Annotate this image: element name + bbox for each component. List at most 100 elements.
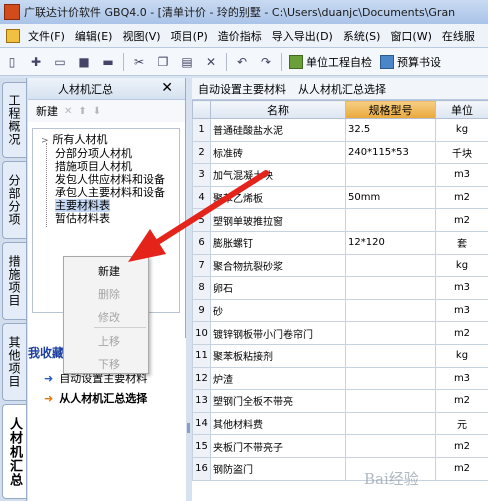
header-unit[interactable]: 单位 <box>435 100 488 119</box>
cell-spec[interactable] <box>345 389 436 413</box>
open-icon[interactable]: ▭ <box>50 52 70 72</box>
tree-item-all[interactable]: > 所有人材机 <box>41 133 108 148</box>
cell-name[interactable]: 钢防盗门 <box>210 456 346 481</box>
cell-unit[interactable]: m3 <box>435 366 488 391</box>
cell-spec[interactable] <box>345 321 436 345</box>
favorite-select-summary[interactable]: ➜ 从人材机汇总选择 <box>44 390 147 406</box>
menu-project[interactable]: 项目(P) <box>166 28 213 44</box>
cell-unit[interactable]: m2 <box>435 389 488 413</box>
table-row[interactable]: 9 砂 m3 <box>192 298 488 323</box>
cell-spec[interactable] <box>345 163 436 187</box>
table-row[interactable]: 7 聚合物抗裂砂浆 kg <box>192 253 488 278</box>
preview-button[interactable]: 预算书设 <box>376 54 445 70</box>
cell-name[interactable]: 砂 <box>210 298 346 323</box>
expand-icon[interactable]: > <box>41 136 49 146</box>
cell-name[interactable]: 卵石 <box>210 276 346 300</box>
table-row[interactable]: 15 夹板门不带亮子 m2 <box>192 434 488 458</box>
new-icon[interactable]: ✚ <box>26 52 46 72</box>
move-up-icon[interactable]: ⬆ <box>78 106 86 117</box>
cell-unit[interactable]: m2 <box>435 208 488 232</box>
delete-icon[interactable]: ✕ <box>64 106 72 117</box>
cell-unit[interactable]: m2 <box>435 456 488 481</box>
tree-item-provisional-materials[interactable]: 暂估材料表 <box>55 212 110 225</box>
table-row[interactable]: 1 普通硅酸盐水泥 32.5 kg <box>192 118 488 142</box>
context-menu-move-up[interactable]: 上移 <box>98 333 120 349</box>
tree-item-contractor-main[interactable]: 承包人主要材料和设备 <box>55 186 165 199</box>
table-row[interactable]: 6 膨胀螺钉 12*120 套 <box>192 230 488 255</box>
cell-name[interactable]: 塑钢单玻推拉窗 <box>210 208 346 232</box>
select-from-summary-button[interactable]: 从人材机汇总选择 <box>292 81 392 97</box>
close-icon[interactable]: ✕ <box>161 80 173 96</box>
cell-name[interactable]: 炉渣 <box>210 366 346 391</box>
cell-spec[interactable] <box>345 434 436 458</box>
redo-icon[interactable]: ↷ <box>256 52 276 72</box>
tree-item-subdivision[interactable]: 分部分项人材机 <box>55 147 132 160</box>
tab-project-overview[interactable]: 工程概况 <box>2 82 26 158</box>
cell-unit[interactable]: kg <box>435 343 488 368</box>
new-button[interactable]: 新建 <box>36 103 58 119</box>
cell-name[interactable]: 聚苯乙烯板 <box>210 185 346 210</box>
tree-item-measures[interactable]: 措施项目人材机 <box>55 160 132 173</box>
cell-name[interactable]: 标准砖 <box>210 140 346 165</box>
menu-view[interactable]: 视图(V) <box>117 28 165 44</box>
cell-spec[interactable] <box>345 411 436 436</box>
menu-system[interactable]: 系统(S) <box>338 28 386 44</box>
cell-unit[interactable]: m3 <box>435 298 488 323</box>
cell-spec[interactable] <box>345 343 436 368</box>
table-row[interactable]: 11 聚苯板粘接剂 kg <box>192 343 488 368</box>
tab-labor-material-summary[interactable]: 人材机汇总 <box>2 404 26 499</box>
cell-name[interactable]: 聚合物抗裂砂浆 <box>210 253 346 278</box>
table-row[interactable]: 16 钢防盗门 m2 <box>192 456 488 481</box>
cell-name[interactable]: 镀锌钢板带小门卷帘门 <box>210 321 346 345</box>
tree-item-main-materials[interactable]: 主要材料表 <box>55 199 110 212</box>
cell-unit[interactable]: kg <box>435 253 488 278</box>
cell-unit[interactable]: kg <box>435 118 488 142</box>
cell-spec[interactable] <box>345 276 436 300</box>
table-row[interactable]: 8 卵石 m3 <box>192 276 488 300</box>
cell-spec[interactable] <box>345 366 436 391</box>
cell-spec[interactable] <box>345 253 436 278</box>
splitter-grip[interactable] <box>187 423 190 433</box>
cell-spec[interactable]: 32.5 <box>345 118 436 142</box>
menu-window[interactable]: 窗口(W) <box>385 28 436 44</box>
cell-name[interactable]: 普通硅酸盐水泥 <box>210 118 346 142</box>
context-menu-new[interactable]: 新建 <box>98 263 120 279</box>
cell-unit[interactable]: 套 <box>435 230 488 255</box>
cell-unit[interactable]: m2 <box>435 434 488 458</box>
undo-icon[interactable]: ↶ <box>232 52 252 72</box>
cell-spec[interactable]: 12*120 <box>345 230 436 255</box>
table-row[interactable]: 14 其他材料费 元 <box>192 411 488 436</box>
new-file-icon[interactable]: ▯ <box>2 52 22 72</box>
cell-unit[interactable]: m2 <box>435 185 488 210</box>
table-row[interactable]: 13 塑钢门全板不带亮 m2 <box>192 389 488 413</box>
table-row[interactable]: 10 镀锌钢板带小门卷帘门 m2 <box>192 321 488 345</box>
menu-online[interactable]: 在线服 <box>437 28 480 44</box>
move-down-icon[interactable]: ⬇ <box>93 106 101 117</box>
cell-name[interactable]: 夹板门不带亮子 <box>210 434 346 458</box>
menu-cost-index[interactable]: 造价指标 <box>213 28 267 44</box>
tab-measures[interactable]: 措施项目 <box>2 242 26 320</box>
cell-unit[interactable]: 元 <box>435 411 488 436</box>
folder-icon[interactable]: ▬ <box>98 52 118 72</box>
paste-icon[interactable]: ▤ <box>177 52 197 72</box>
cell-spec[interactable]: 240*115*53 <box>345 140 436 165</box>
header-name[interactable]: 名称 <box>210 100 346 119</box>
copy-icon[interactable]: ❐ <box>153 52 173 72</box>
menu-edit[interactable]: 编辑(E) <box>70 28 118 44</box>
table-row[interactable]: 5 塑钢单玻推拉窗 m2 <box>192 208 488 232</box>
cell-unit[interactable]: 千块 <box>435 140 488 165</box>
table-row[interactable]: 12 炉渣 m3 <box>192 366 488 391</box>
cell-spec[interactable] <box>345 298 436 323</box>
table-row[interactable]: 4 聚苯乙烯板 50mm m2 <box>192 185 488 210</box>
context-menu-modify[interactable]: 修改 <box>98 309 120 325</box>
cell-unit[interactable]: m3 <box>435 163 488 187</box>
delete-icon[interactable]: ✕ <box>201 52 221 72</box>
cell-unit[interactable]: m2 <box>435 321 488 345</box>
table-row[interactable]: 2 标准砖 240*115*53 千块 <box>192 140 488 165</box>
cell-unit[interactable]: m3 <box>435 276 488 300</box>
table-row[interactable]: 3 加气混凝土块 m3 <box>192 163 488 187</box>
cut-icon[interactable]: ✂ <box>129 52 149 72</box>
menu-file[interactable]: 文件(F) <box>23 28 70 44</box>
context-menu-move-down[interactable]: 下移 <box>98 356 120 372</box>
cell-name[interactable]: 膨胀螺钉 <box>210 230 346 255</box>
